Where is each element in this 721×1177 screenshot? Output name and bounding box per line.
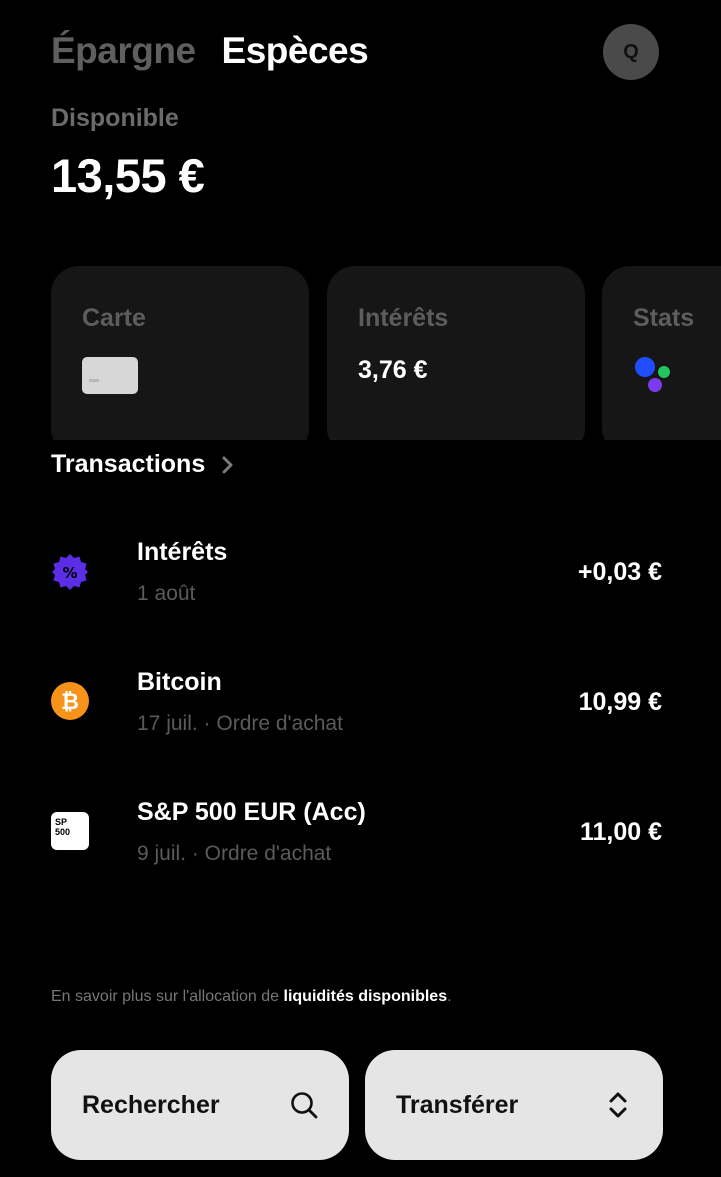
transaction-amount: +0,03 € bbox=[577, 558, 662, 586]
transaction-title: Bitcoin bbox=[137, 668, 222, 696]
header-tabs: Épargne Espèces bbox=[51, 30, 369, 72]
chevron-right-icon bbox=[222, 456, 233, 473]
cards-carousel: Carte Intérêts 3,76 € Stats bbox=[51, 266, 721, 440]
svg-text:%: % bbox=[62, 564, 77, 582]
transaction-row[interactable]: SP 500 S&P 500 EUR (Acc) 9 juil. · Ordre… bbox=[51, 798, 663, 878]
transactions-link[interactable]: Transactions bbox=[51, 450, 239, 479]
transfer-button-label: Transférer bbox=[396, 1090, 519, 1119]
search-button-label: Rechercher bbox=[82, 1090, 220, 1119]
interest-tile[interactable]: Intérêts 3,76 € bbox=[327, 266, 585, 440]
sp500-icon: SP 500 bbox=[51, 812, 89, 850]
allocation-info-link[interactable]: liquidités disponibles bbox=[284, 988, 448, 1005]
swap-vertical-icon bbox=[609, 1092, 627, 1118]
stats-dots-icon bbox=[635, 357, 670, 392]
transaction-subtitle: 17 juil. · Ordre d'achat bbox=[137, 712, 343, 735]
transaction-amount: 10,99 € bbox=[578, 688, 662, 716]
transaction-amount: 11,00 € bbox=[579, 818, 662, 846]
bitcoin-icon: ₿ bbox=[51, 682, 89, 720]
stats-tile-title: Stats bbox=[633, 304, 695, 332]
search-icon bbox=[291, 1092, 318, 1119]
transaction-title: S&P 500 EUR (Acc) bbox=[137, 798, 366, 826]
allocation-info-suffix: . bbox=[447, 988, 452, 1005]
transaction-title: Intérêts bbox=[137, 538, 228, 566]
available-balance: 13,55 € bbox=[51, 149, 205, 202]
sp500-icon-text-bottom: 500 bbox=[55, 827, 71, 837]
transaction-row[interactable]: ₿ Bitcoin 17 juil. · Ordre d'achat 10,99… bbox=[51, 668, 663, 748]
transfer-button[interactable]: Transférer bbox=[365, 1050, 663, 1160]
card-icon bbox=[82, 357, 138, 394]
allocation-info: En savoir plus sur l'allocation de liqui… bbox=[51, 988, 452, 1006]
tab-cash[interactable]: Espèces bbox=[222, 30, 369, 72]
transaction-subtitle: 9 juil. · Ordre d'achat bbox=[137, 842, 332, 865]
interest-tile-title: Intérêts bbox=[358, 304, 449, 332]
avatar-initial: Q bbox=[623, 40, 639, 63]
search-button[interactable]: Rechercher bbox=[51, 1050, 349, 1160]
transactions-heading: Transactions bbox=[51, 450, 206, 478]
interest-tile-value: 3,76 € bbox=[358, 356, 428, 384]
card-tile-title: Carte bbox=[82, 304, 146, 332]
tab-savings[interactable]: Épargne bbox=[51, 30, 196, 72]
sp500-icon-text-top: SP bbox=[55, 817, 68, 827]
avatar[interactable]: Q bbox=[603, 24, 659, 80]
stats-tile[interactable]: Stats bbox=[602, 266, 721, 440]
card-tile[interactable]: Carte bbox=[51, 266, 309, 440]
transaction-row[interactable]: % Intérêts 1 août +0,03 € bbox=[51, 538, 663, 618]
svg-text:₿: ₿ bbox=[61, 690, 79, 715]
transaction-subtitle: 1 août bbox=[137, 582, 196, 605]
percent-badge-icon: % bbox=[52, 554, 88, 590]
allocation-info-prefix: En savoir plus sur l'allocation de bbox=[51, 988, 284, 1005]
available-label: Disponible bbox=[51, 104, 179, 132]
